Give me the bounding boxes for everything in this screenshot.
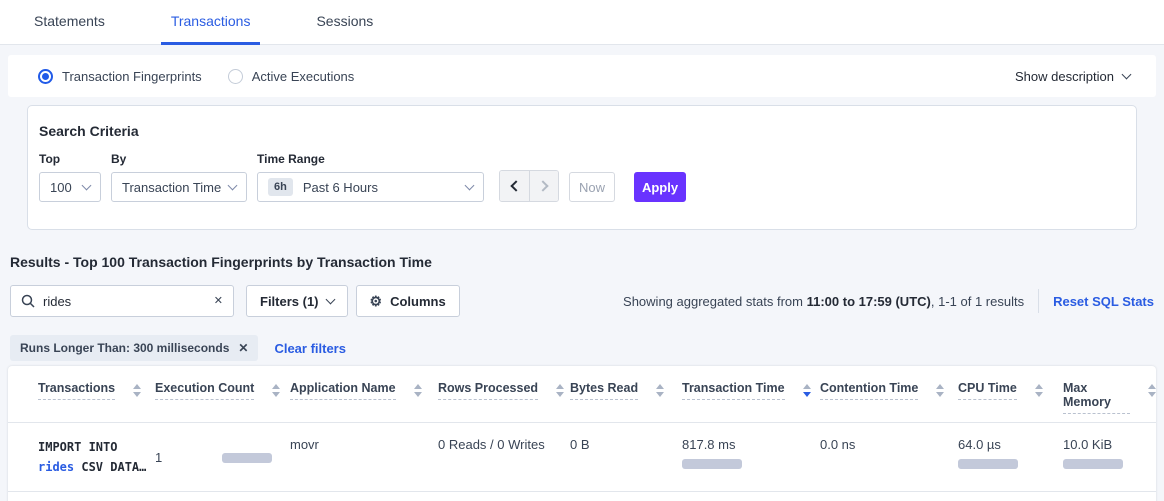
column-header-contention-time[interactable]: Contention Time	[820, 381, 958, 414]
next-time-window-button[interactable]	[529, 171, 558, 201]
chevron-down-icon	[325, 295, 335, 305]
show-description-toggle[interactable]: Show description	[1015, 69, 1130, 84]
sort-icon	[556, 384, 564, 397]
radio-label: Active Executions	[252, 69, 355, 84]
column-header-bytes-read[interactable]: Bytes Read	[570, 381, 682, 414]
search-criteria-title: Search Criteria	[39, 123, 1116, 139]
top-field: Top 100	[39, 152, 111, 202]
apply-button[interactable]: Apply	[634, 172, 686, 202]
top-select[interactable]: 100	[39, 172, 101, 202]
active-filters-row: Runs Longer Than: 300 milliseconds ✕ Cle…	[10, 335, 1154, 361]
time-range-badge: 6h	[268, 178, 293, 196]
columns-button[interactable]: ⚙ Columns	[356, 285, 460, 317]
results-toolbar: ✕ Filters (1) ⚙ Columns Showing aggregat…	[10, 285, 1154, 317]
radio-selected-icon	[38, 69, 53, 84]
top-label: Top	[39, 152, 111, 166]
radio-active-executions[interactable]: Active Executions	[228, 69, 355, 84]
cpu-time-cell: 64.0 µs	[958, 437, 1063, 478]
clear-search-icon[interactable]: ✕	[214, 296, 223, 307]
chevron-down-icon	[465, 180, 475, 190]
sort-icon-descending-active	[803, 384, 811, 397]
stats-area: Showing aggregated stats from 11:00 to 1…	[623, 289, 1154, 313]
column-header-application-name[interactable]: Application Name	[290, 381, 438, 414]
remove-filter-icon[interactable]: ✕	[238, 342, 248, 354]
columns-label: Columns	[390, 294, 446, 309]
by-select-value: Transaction Time	[122, 180, 221, 195]
chevron-down-icon	[82, 180, 92, 190]
table-row: IMPORT INTO rides CSV DATA… 1 movr 0 Rea…	[8, 423, 1156, 492]
sort-icon	[1148, 384, 1156, 397]
table-header-row: Transactions Execution Count Application…	[8, 366, 1156, 423]
results-table-card: Transactions Execution Count Application…	[8, 366, 1156, 501]
filter-chip: Runs Longer Than: 300 milliseconds ✕	[10, 335, 258, 361]
by-select[interactable]: Transaction Time	[111, 172, 247, 202]
column-header-max-memory[interactable]: Max Memory	[1063, 381, 1156, 414]
contention-time-cell: 0.0 ns	[820, 437, 958, 478]
execution-count-bar	[222, 453, 272, 463]
top-tab-bar: Statements Transactions Sessions	[0, 0, 1164, 45]
search-criteria-row: Top 100 By Transaction Time Time Range 6…	[39, 152, 1116, 202]
max-memory-bar	[1063, 459, 1123, 469]
now-button[interactable]: Now	[569, 172, 615, 202]
cpu-time-bar	[958, 459, 1018, 469]
column-header-execution-count[interactable]: Execution Count	[155, 381, 290, 414]
vertical-divider	[1038, 289, 1039, 313]
sort-icon	[936, 384, 944, 397]
filters-button[interactable]: Filters (1)	[246, 285, 348, 317]
chevron-right-icon	[537, 180, 548, 191]
column-header-transactions[interactable]: Transactions	[38, 381, 155, 414]
column-header-rows-processed[interactable]: Rows Processed	[438, 381, 570, 414]
bytes-read-cell: 0 B	[570, 437, 682, 478]
clear-filters-link[interactable]: Clear filters	[274, 341, 346, 356]
search-input[interactable]	[43, 294, 206, 309]
search-box: ✕	[10, 285, 234, 317]
transaction-time-cell: 817.8 ms	[682, 437, 820, 478]
rows-processed-cell: 0 Reads / 0 Writes	[438, 437, 570, 478]
sort-icon	[414, 384, 422, 397]
transaction-fingerprint-link[interactable]: IMPORT INTO rides CSV DATA…	[38, 437, 155, 478]
time-range-field: Time Range 6h Past 6 Hours	[257, 152, 484, 202]
column-header-transaction-time[interactable]: Transaction Time	[682, 381, 820, 414]
aggregated-stats-text: Showing aggregated stats from 11:00 to 1…	[623, 294, 1024, 309]
view-radio-group: Transaction Fingerprints Active Executio…	[38, 69, 354, 84]
filters-label: Filters (1)	[260, 294, 319, 309]
sort-icon	[656, 384, 664, 397]
results-title: Results - Top 100 Transaction Fingerprin…	[10, 254, 1154, 270]
top-select-value: 100	[50, 180, 72, 195]
time-range-label: Time Range	[257, 152, 484, 166]
chevron-down-icon	[1122, 69, 1132, 79]
max-memory-cell: 10.0 KiB	[1063, 437, 1156, 478]
table-name-link[interactable]: rides	[38, 460, 74, 474]
view-toggle-strip: Transaction Fingerprints Active Executio…	[8, 55, 1156, 97]
search-criteria-card: Search Criteria Top 100 By Transaction T…	[27, 105, 1137, 230]
reset-sql-stats-link[interactable]: Reset SQL Stats	[1053, 294, 1154, 309]
tab-sessions[interactable]: Sessions	[306, 0, 383, 45]
time-range-value: Past 6 Hours	[303, 180, 378, 195]
radio-unselected-icon	[228, 69, 243, 84]
radio-label: Transaction Fingerprints	[62, 69, 202, 84]
time-range-select[interactable]: 6h Past 6 Hours	[257, 172, 484, 202]
chevron-left-icon	[510, 180, 521, 191]
column-header-cpu-time[interactable]: CPU Time	[958, 381, 1063, 414]
execution-count-cell: 1	[155, 437, 290, 478]
sort-icon	[272, 384, 280, 397]
by-field: By Transaction Time	[111, 152, 257, 202]
transaction-time-bar	[682, 459, 742, 469]
sort-icon	[1035, 384, 1043, 397]
search-icon	[21, 294, 35, 308]
sort-icon	[133, 384, 141, 397]
filter-chip-label: Runs Longer Than: 300 milliseconds	[20, 341, 229, 355]
gear-icon: ⚙	[370, 294, 383, 308]
tab-statements[interactable]: Statements	[24, 0, 115, 45]
show-description-label: Show description	[1015, 69, 1114, 84]
application-name-cell: movr	[290, 437, 438, 478]
chevron-down-icon	[228, 180, 238, 190]
radio-transaction-fingerprints[interactable]: Transaction Fingerprints	[38, 69, 202, 84]
previous-time-window-button[interactable]	[500, 171, 529, 201]
tab-transactions[interactable]: Transactions	[161, 0, 261, 45]
by-label: By	[111, 152, 257, 166]
time-window-nav	[499, 170, 559, 202]
